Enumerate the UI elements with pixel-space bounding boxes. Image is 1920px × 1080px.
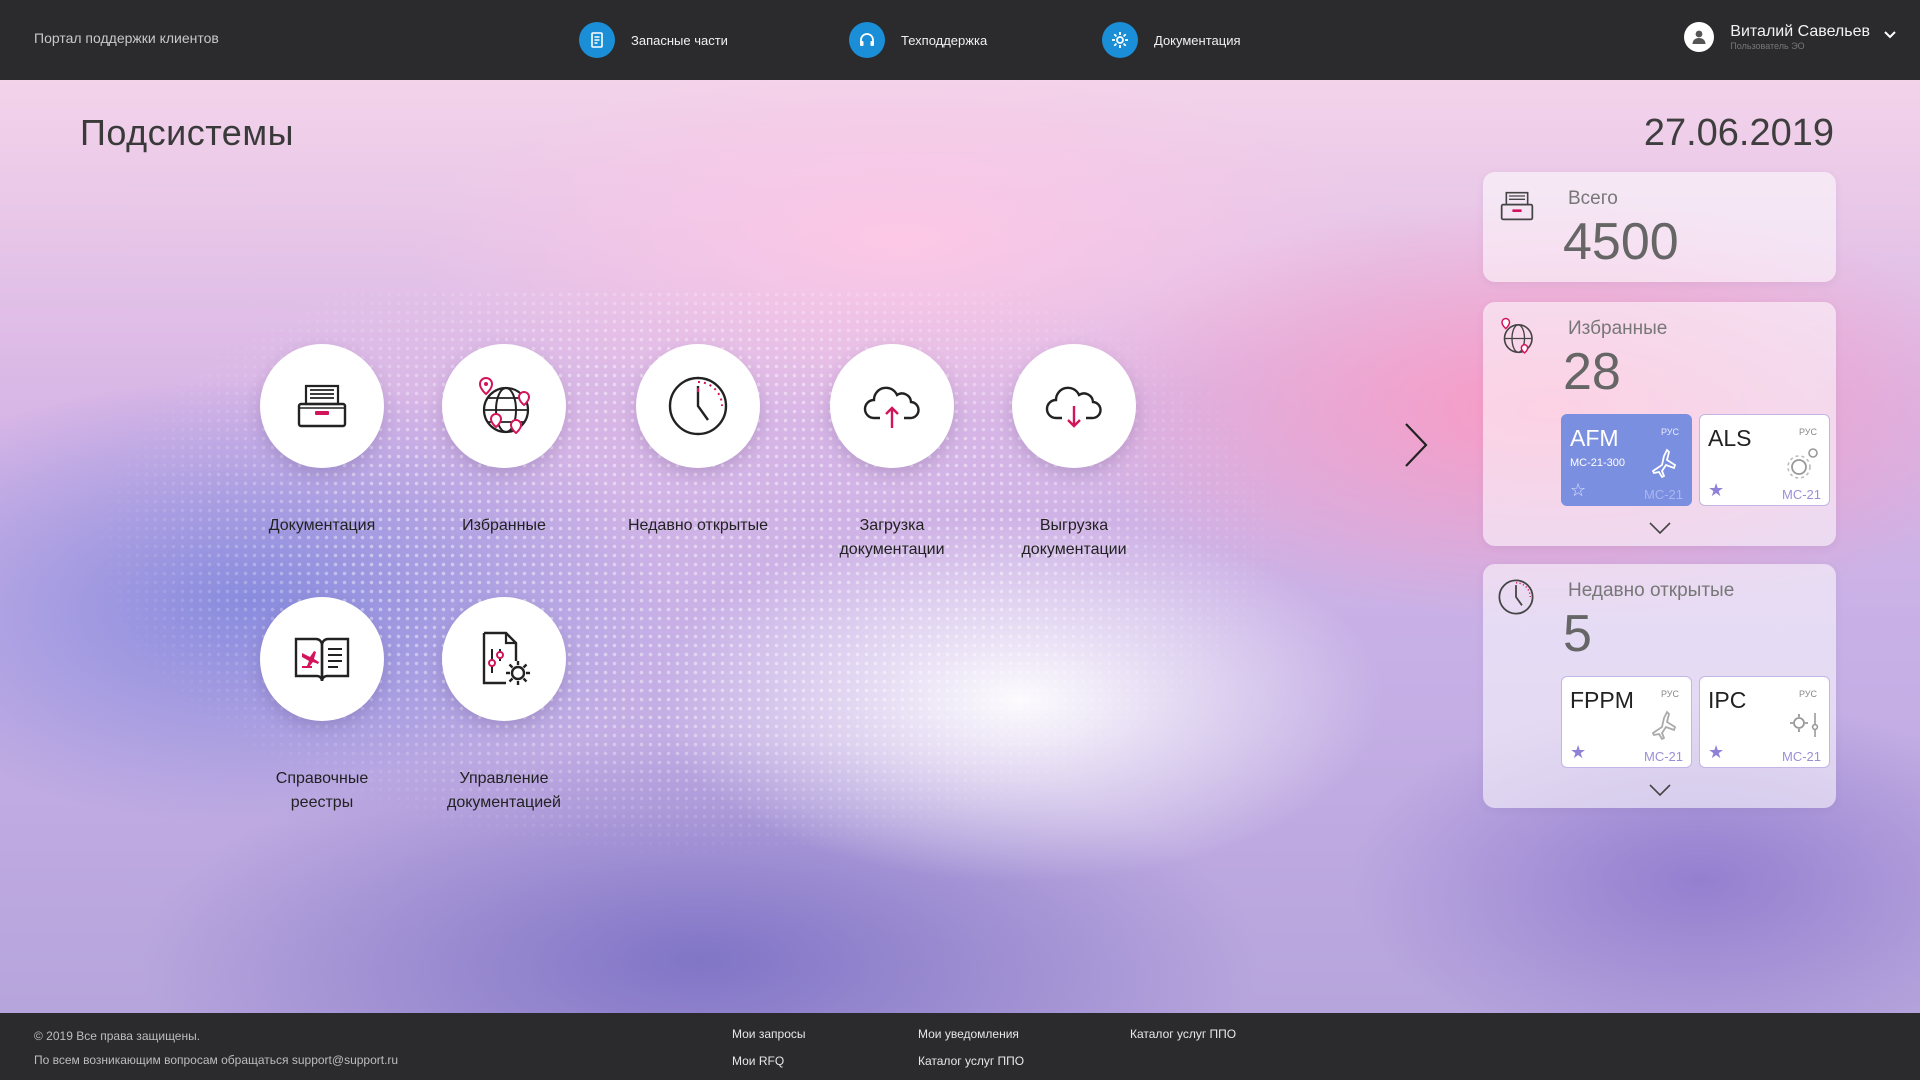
tile-label: Недавно открытые	[627, 517, 768, 534]
nav-label: Техподдержка	[901, 32, 988, 48]
nav-support[interactable]: Техподдержка	[849, 22, 987, 58]
star-outline-icon[interactable]: ☆	[1570, 480, 1586, 501]
recent-doc-card[interactable]: FPPM РУС ★ МС-21	[1561, 676, 1692, 768]
star-icon[interactable]: ★	[1708, 480, 1724, 501]
current-date: 27.06.2019	[1643, 112, 1834, 154]
star-icon[interactable]: ★	[1708, 742, 1724, 763]
tile-documentation[interactable]: Документация	[237, 344, 407, 538]
footer: © 2019 Все права защищены. По всем возни…	[0, 1013, 1920, 1080]
tile-label: Выгрузка документации	[1021, 517, 1127, 558]
card-favorites[interactable]: Избранные 28 AFM РУС МС-21-300 ☆ МС-21 A…	[1483, 302, 1836, 546]
cloud-download-icon	[1012, 344, 1136, 468]
doc-code: FPPM	[1570, 687, 1634, 713]
globe-pins-icon	[442, 344, 566, 468]
chevron-down-icon[interactable]	[1649, 522, 1671, 534]
cloud-upload-icon	[830, 344, 954, 468]
tile-label: Справочные реестры	[275, 770, 369, 811]
user-role: Пользователь ЭО	[1730, 41, 1805, 51]
footer-copyright: © 2019 Все права защищены.	[34, 1029, 201, 1043]
spare-parts-icon	[579, 22, 615, 58]
doc-lang: РУС	[1798, 427, 1817, 437]
doc-model: МС-21-300	[1570, 457, 1626, 469]
clock-icon	[1498, 579, 1534, 615]
user-name: Виталий Савельев	[1730, 23, 1870, 40]
archive-box-icon	[260, 344, 384, 468]
headset-icon	[849, 22, 885, 58]
star-icon[interactable]: ★	[1570, 742, 1586, 763]
nav-label: Запасные части	[631, 32, 728, 48]
card-value: 5	[1563, 605, 1592, 663]
card-label: Избранные	[1568, 318, 1668, 339]
nav-spare-parts[interactable]: Запасные части	[579, 22, 728, 58]
gear-doc-icon	[1102, 22, 1138, 58]
card-total[interactable]: Всего 4500	[1483, 172, 1836, 282]
aircraft-label: МС-21	[1643, 749, 1683, 764]
doc-lang: РУС	[1660, 427, 1679, 437]
footer-link-rfq[interactable]: Мои RFQ	[732, 1054, 784, 1068]
tile-recent[interactable]: Недавно открытые	[613, 344, 783, 538]
tile-favorites[interactable]: Избранные	[419, 344, 589, 538]
doc-code: ALS	[1708, 425, 1752, 451]
tile-label: Управление документацией	[447, 770, 561, 811]
tile-doc-management[interactable]: Управление документацией	[419, 597, 589, 815]
tile-label: Избранные	[462, 517, 546, 534]
tile-registries[interactable]: Справочные реестры	[237, 597, 407, 815]
archive-box-icon	[1500, 191, 1534, 221]
portal-title[interactable]: Портал поддержки клиентов	[34, 30, 219, 46]
globe-pins-icon	[1501, 317, 1533, 354]
clock-icon	[636, 344, 760, 468]
chevron-down-icon[interactable]	[1649, 784, 1671, 796]
recent-doc-card[interactable]: IPC РУС ★ МС-21	[1699, 676, 1830, 768]
card-value: 4500	[1563, 213, 1679, 271]
page-title: Подсистемы	[80, 112, 294, 153]
tile-upload[interactable]: Загрузка документации	[807, 344, 977, 562]
card-value: 28	[1563, 343, 1621, 401]
aircraft-label: МС-21	[1781, 749, 1821, 764]
footer-link-catalog[interactable]: Каталог услуг ППО	[1130, 1027, 1236, 1041]
card-label: Всего	[1568, 188, 1618, 209]
tile-label: Документация	[268, 517, 376, 534]
doc-code: IPC	[1708, 687, 1747, 713]
gear-sliders-icon	[1790, 713, 1819, 737]
book-plane-icon	[260, 597, 384, 721]
card-recent[interactable]: Недавно открытые 5 FPPM РУС ★ МС-21 IPC …	[1483, 564, 1836, 808]
fav-doc-card[interactable]: ALS РУС ★ МС-21	[1699, 414, 1830, 506]
tile-download[interactable]: Выгрузка документации	[989, 344, 1159, 562]
card-label: Недавно открытые	[1568, 580, 1735, 601]
doc-lang: РУС	[1660, 689, 1679, 699]
footer-link-requests[interactable]: Мои запросы	[732, 1027, 806, 1041]
plane-icon	[1651, 448, 1677, 479]
chevron-right-icon[interactable]	[1400, 420, 1430, 470]
chevron-down-icon[interactable]	[1884, 31, 1896, 39]
aircraft-label: МС-21	[1643, 487, 1683, 502]
doc-lang: РУС	[1798, 689, 1817, 699]
plane-icon	[1651, 710, 1677, 741]
nav-documentation[interactable]: Документация	[1102, 22, 1241, 58]
fav-doc-card[interactable]: AFM РУС МС-21-300 ☆ МС-21	[1561, 414, 1692, 506]
aircraft-label: МС-21	[1781, 487, 1821, 502]
doc-settings-icon	[442, 597, 566, 721]
tile-label: Загрузка документации	[839, 517, 945, 558]
top-bar: Портал поддержки клиентов Запасные части…	[0, 0, 1920, 80]
footer-link-catalog[interactable]: Каталог услуг ППО	[918, 1054, 1024, 1068]
footer-contact: По всем возникающим вопросам обращаться …	[34, 1053, 399, 1067]
doc-code: AFM	[1570, 425, 1619, 451]
avatar-icon	[1684, 22, 1715, 52]
gears-icon	[1787, 448, 1818, 479]
footer-link-notifications[interactable]: Мои уведомления	[918, 1027, 1019, 1041]
user-menu[interactable]: Виталий Савельев Пользователь ЭО	[1684, 22, 1896, 52]
nav-label: Документация	[1154, 32, 1241, 48]
